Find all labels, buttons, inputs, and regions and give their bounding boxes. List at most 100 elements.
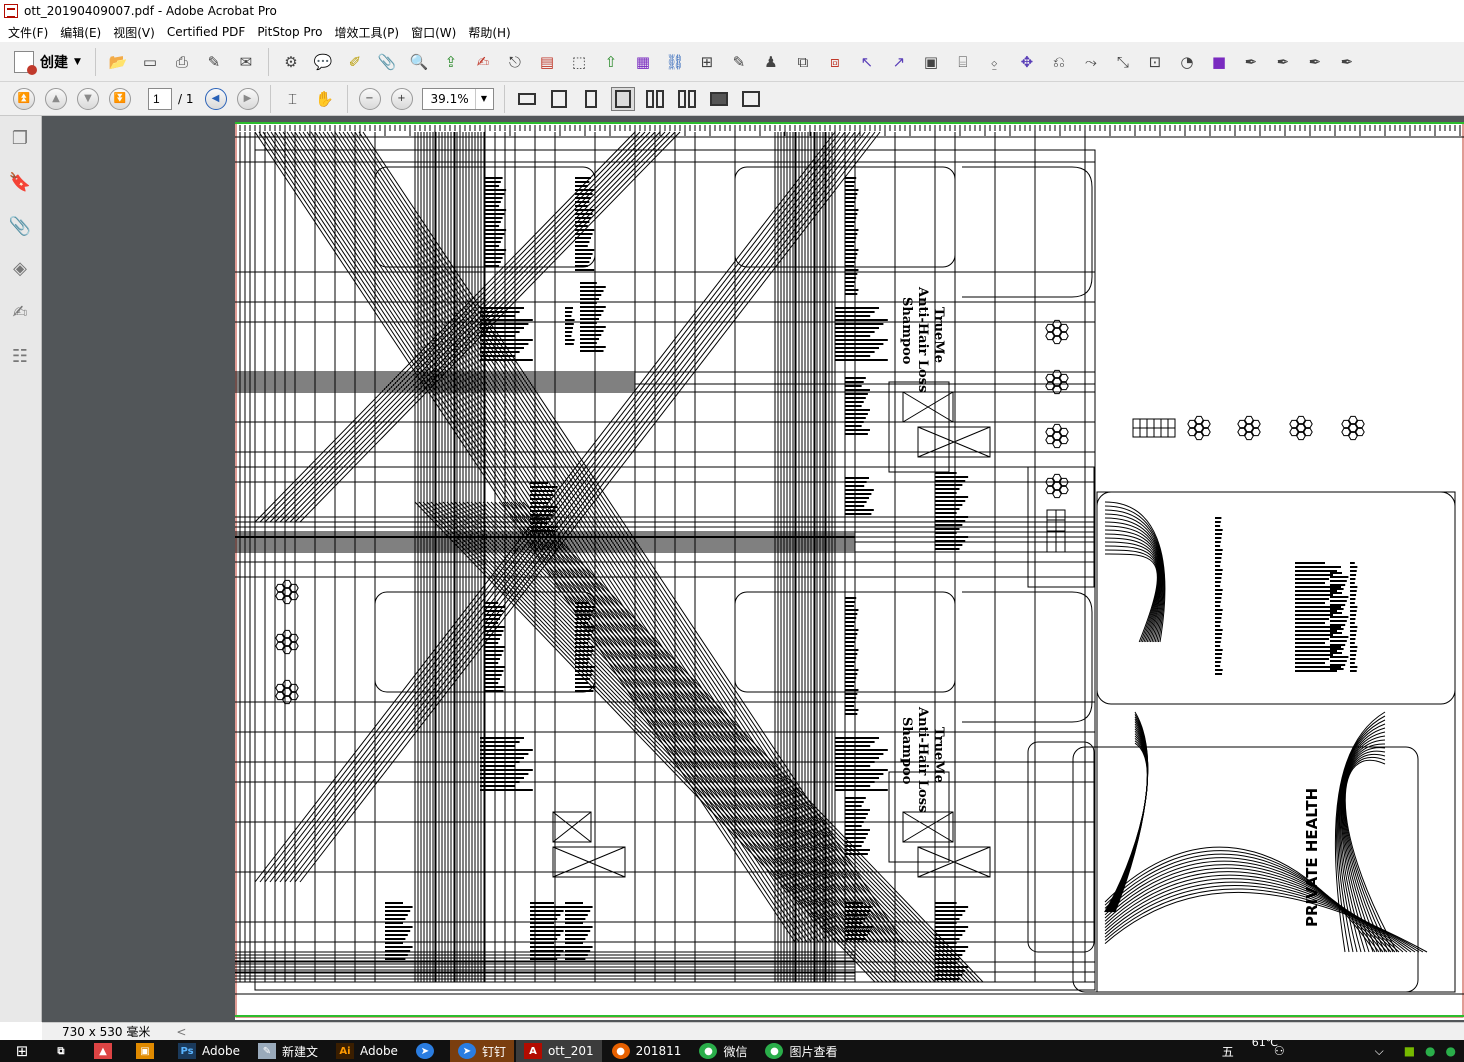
single-page-button[interactable]: [610, 86, 635, 111]
tray-wechat-icon[interactable]: ●: [1425, 1044, 1435, 1058]
taskbar-item-app-blue[interactable]: ➤: [408, 1040, 448, 1062]
compare-icon[interactable]: ▣: [919, 50, 943, 74]
hand-tool-icon[interactable]: ✋: [313, 87, 337, 111]
pdf-page[interactable]: TrueMe Anti-Hair Loss Shampoo TrueMe Ant…: [235, 122, 1464, 1020]
search-icon[interactable]: 🔍: [407, 50, 431, 74]
read-mode-button[interactable]: [739, 87, 763, 111]
menu-plugins[interactable]: 增效工具(P): [328, 24, 405, 41]
save-icon[interactable]: ▭: [138, 50, 162, 74]
select-icon[interactable]: ⬚: [567, 50, 591, 74]
attach-icon[interactable]: 📎: [375, 50, 399, 74]
sign-icon[interactable]: ✍: [471, 50, 495, 74]
scroll-left-icon[interactable]: <: [176, 1025, 186, 1039]
tray-nvidia-icon[interactable]: ■: [1404, 1044, 1415, 1058]
toolbar-divider: [269, 84, 271, 113]
scale-icon[interactable]: ⤡: [1111, 50, 1135, 74]
taskbar-item-photo-viewer[interactable]: ● 图片查看: [757, 1040, 845, 1062]
taskbar-item-firefox[interactable]: ● 201811: [604, 1040, 690, 1062]
menu-edit[interactable]: 编辑(E): [54, 24, 107, 41]
toolbar-divider: [503, 84, 505, 113]
transform-icon[interactable]: ⤳: [1079, 50, 1103, 74]
taskbar-item-acrobat[interactable]: Aott_201: [515, 1040, 602, 1062]
last-page-button[interactable]: ⏬: [109, 87, 131, 110]
pen-add-icon[interactable]: ✒: [1271, 50, 1295, 74]
attachments-icon[interactable]: 📎: [8, 214, 32, 238]
select-tool-icon[interactable]: ⌶: [281, 87, 305, 111]
pointer-icon[interactable]: ↖: [855, 50, 879, 74]
comment-icon[interactable]: 💬: [311, 50, 335, 74]
open-icon[interactable]: 📂: [106, 50, 130, 74]
measure-icon[interactable]: ↗: [887, 50, 911, 74]
form-icon[interactable]: ▤: [535, 50, 559, 74]
panel-brand-1: TrueMe: [931, 307, 946, 363]
taskbar-item-notepad[interactable]: ✎ 新建文: [250, 1040, 326, 1062]
page-number-input[interactable]: [148, 87, 172, 110]
two-up-button[interactable]: [675, 87, 699, 111]
fit-height-button[interactable]: [579, 87, 603, 111]
create-button[interactable]: 创建 ▼: [6, 47, 89, 77]
ime-indicator[interactable]: 五: [1222, 1043, 1234, 1060]
upload-icon[interactable]: ⇧: [599, 50, 623, 74]
menu-help[interactable]: 帮助(H): [462, 24, 516, 41]
menu-view[interactable]: 视图(V): [107, 24, 161, 41]
path-icon[interactable]: ◔: [1175, 50, 1199, 74]
taskbar-label-dingtalk: 钉钉: [481, 1044, 506, 1059]
document-workspace[interactable]: TrueMe Anti-Hair Loss Shampoo TrueMe Ant…: [42, 116, 1464, 1022]
tray-status-icon[interactable]: ●: [1446, 1044, 1456, 1058]
menu-certified-pdf[interactable]: Certified PDF: [161, 25, 252, 39]
taskbar-item-photoshop[interactable]: Ps Adobe: [170, 1040, 248, 1062]
email-icon[interactable]: ✉: [234, 50, 258, 74]
crop-icon[interactable]: ⧉: [791, 50, 815, 74]
taskbar-item-taskview[interactable]: ⧉: [44, 1040, 84, 1062]
zoom-in-button[interactable]: +: [390, 87, 413, 110]
two-page-button[interactable]: [643, 87, 667, 111]
first-page-button[interactable]: ⏫: [13, 87, 35, 110]
zoom-out-button[interactable]: −: [358, 87, 381, 110]
signatures-icon[interactable]: ✍: [8, 300, 32, 324]
color-icon[interactable]: ▦: [631, 50, 655, 74]
content-tree-icon[interactable]: ☷: [8, 344, 32, 368]
settings-icon[interactable]: ⚙: [279, 50, 303, 74]
print-icon[interactable]: ⎙: [170, 50, 194, 74]
forward-button[interactable]: ▶: [236, 87, 259, 110]
previous-page-button[interactable]: ▲: [45, 87, 67, 110]
taskbar-item-dingtalk[interactable]: ➤ 钉钉: [449, 1040, 514, 1062]
page-thumbnails-icon[interactable]: ❐: [8, 126, 32, 150]
taskbar-item-illustrator[interactable]: Ai Adobe: [328, 1040, 406, 1062]
pen-convert-icon[interactable]: ✒: [1335, 50, 1359, 74]
taskbar-item-app-colorful[interactable]: ▲: [86, 1040, 126, 1062]
bookmarks-icon[interactable]: 🔖: [8, 170, 32, 194]
menu-pitstop-pro[interactable]: PitStop Pro: [251, 25, 328, 39]
back-button[interactable]: ◀: [204, 87, 227, 110]
layers-icon[interactable]: ◈: [8, 256, 32, 280]
rotate-icon[interactable]: ⎌: [1047, 50, 1071, 74]
tray-app-icon[interactable]: ⌵: [1375, 1044, 1384, 1059]
edit-icon[interactable]: ✎: [202, 50, 226, 74]
redact-icon[interactable]: ⧈: [823, 50, 847, 74]
menu-file[interactable]: 文件(F): [2, 24, 54, 41]
next-page-button[interactable]: ▼: [77, 87, 99, 110]
zoom-select[interactable]: 39.1% ▼: [421, 87, 494, 110]
full-screen-button[interactable]: [707, 87, 731, 111]
gradient-icon[interactable]: ■: [1207, 50, 1231, 74]
pen-icon[interactable]: ✒: [1239, 50, 1263, 74]
text-edit-icon[interactable]: ⊡: [1143, 50, 1167, 74]
menu-window[interactable]: 窗口(W): [405, 24, 462, 41]
review-icon[interactable]: ✎: [727, 50, 751, 74]
windows-start-icon[interactable]: ⊞: [0, 1040, 44, 1062]
stamp-icon[interactable]: ♟: [759, 50, 783, 74]
highlight-icon[interactable]: ✐: [343, 50, 367, 74]
share-icon[interactable]: ⎋: [503, 50, 527, 74]
ruler-icon[interactable]: ⌸: [951, 50, 975, 74]
chevron-down-icon[interactable]: ▼: [474, 88, 493, 109]
fit-width-button[interactable]: [515, 87, 539, 111]
links-icon[interactable]: ⛓: [663, 50, 687, 74]
fit-page-button[interactable]: [547, 87, 571, 111]
object-icon[interactable]: ⍚: [983, 50, 1007, 74]
link-icon[interactable]: ⊞: [695, 50, 719, 74]
move-icon[interactable]: ✥: [1015, 50, 1039, 74]
taskbar-item-app-box[interactable]: ▣: [128, 1040, 168, 1062]
export-icon[interactable]: ⇪: [439, 50, 463, 74]
pen-delete-icon[interactable]: ✒: [1303, 50, 1327, 74]
taskbar-item-wechat[interactable]: ● 微信: [691, 1040, 755, 1062]
